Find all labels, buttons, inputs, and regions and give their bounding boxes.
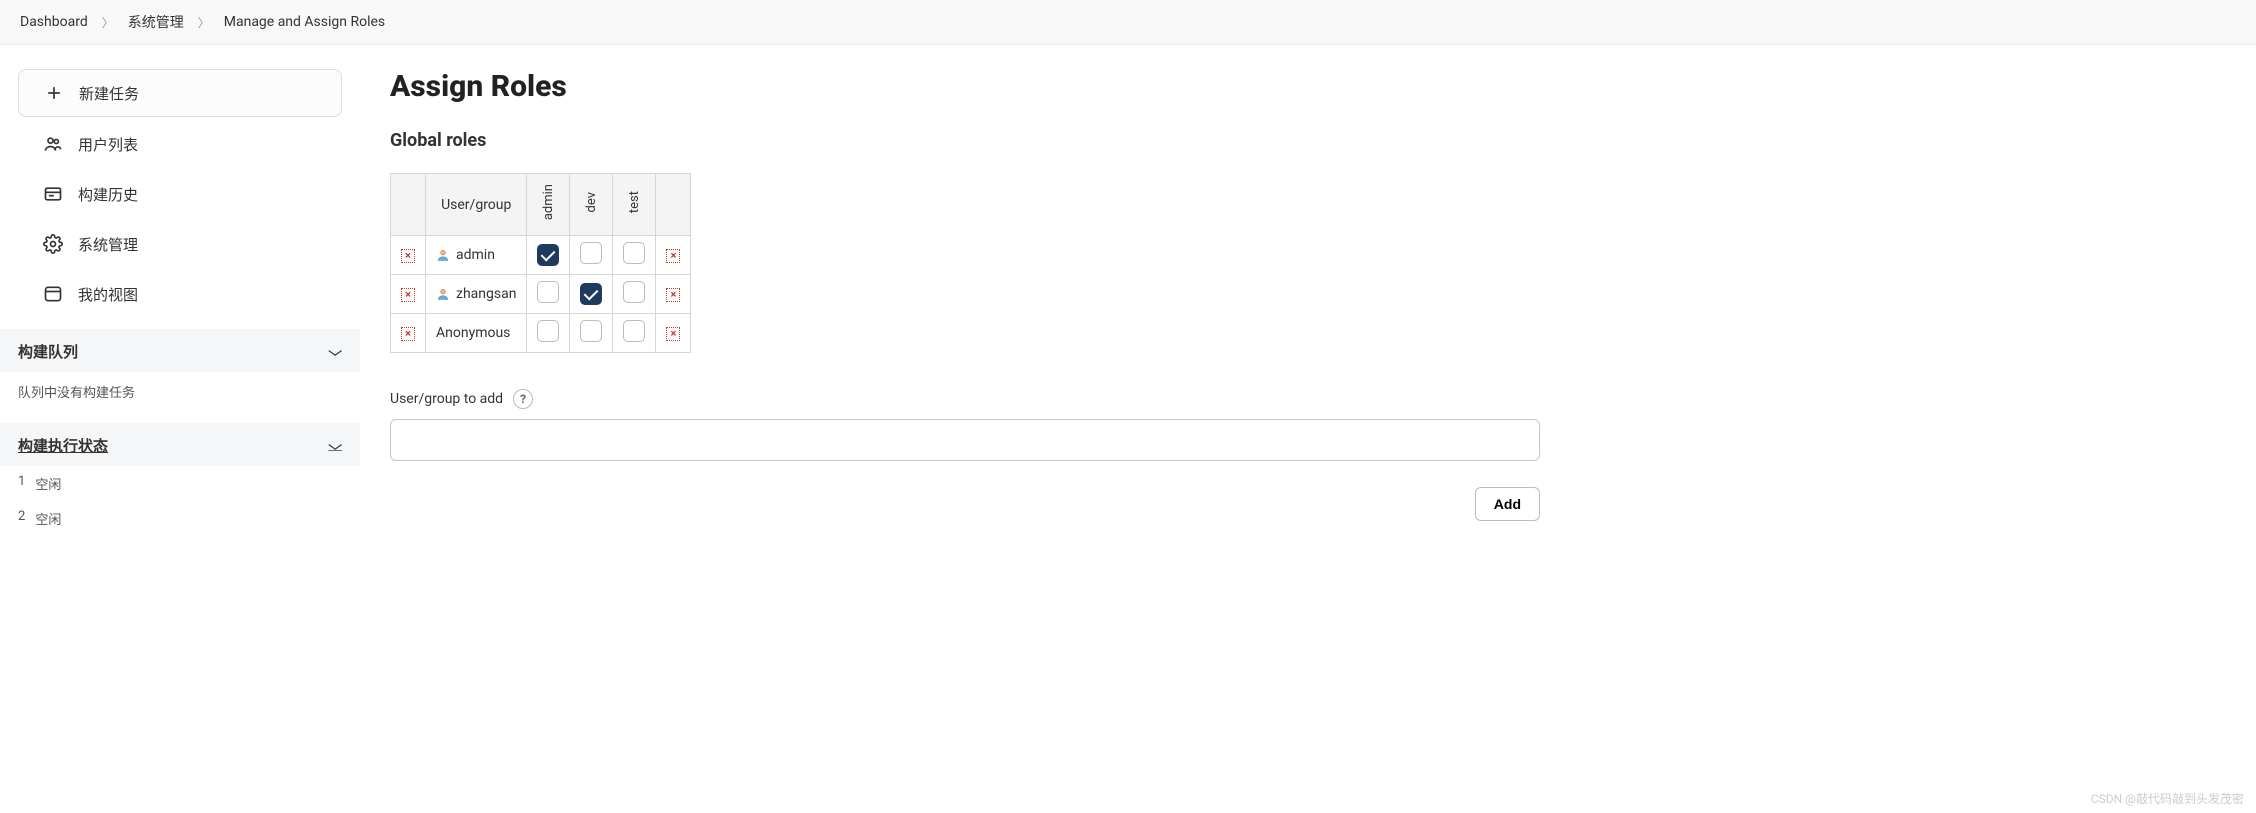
role-checkbox[interactable] (537, 281, 559, 303)
section-title-global: Global roles (390, 130, 2226, 151)
sidebar-item-label: 系统管理 (78, 234, 138, 255)
user-cell: admin (426, 236, 527, 275)
column-header-role: dev (570, 174, 613, 236)
build-queue-panel: 构建队列 ⌵ (0, 329, 360, 372)
column-header-role: test (613, 174, 656, 236)
executor-row: 1 空闲 (0, 466, 360, 501)
sidebar-item-label: 构建历史 (78, 184, 138, 205)
column-header-role: admin (527, 174, 570, 236)
sidebar-item-history[interactable]: 构建历史 (18, 171, 342, 217)
executor-status: 空闲 (35, 474, 61, 493)
delete-row-icon[interactable]: × (401, 249, 415, 263)
sidebar-item-system[interactable]: 系统管理 (18, 221, 342, 267)
breadcrumb-item-manage-roles[interactable]: Manage and Assign Roles (224, 14, 385, 30)
user-name: admin (456, 247, 495, 263)
empty-header (656, 174, 691, 236)
breadcrumb-item-dashboard[interactable]: Dashboard (20, 14, 88, 30)
user-cell: Anonymous (426, 314, 527, 353)
table-row: × admin × (391, 236, 691, 275)
add-user-label: User/group to add (390, 391, 503, 407)
chevron-right-icon: 〉 (102, 14, 114, 31)
sidebar-item-label: 我的视图 (78, 284, 138, 305)
page-title: Assign Roles (390, 69, 2226, 104)
help-icon[interactable]: ? (513, 389, 533, 409)
empty-header (391, 174, 426, 236)
executor-num: 2 (18, 509, 25, 528)
role-checkbox[interactable] (580, 283, 602, 305)
chevron-down-icon[interactable]: ⌵ (328, 344, 342, 359)
add-button[interactable]: Add (1475, 487, 1540, 521)
executor-status: 空闲 (35, 509, 61, 528)
delete-row-icon[interactable]: × (401, 288, 415, 302)
user-name: Anonymous (436, 325, 510, 341)
column-header-user: User/group (426, 174, 527, 236)
user-name: zhangsan (456, 286, 516, 302)
users-icon (42, 133, 64, 155)
role-checkbox[interactable] (580, 242, 602, 264)
role-checkbox[interactable] (580, 320, 602, 342)
sidebar-item-label: 新建任务 (79, 83, 139, 104)
user-cell: zhangsan (426, 275, 527, 314)
watermark: CSDN @敲代码敲到头发茂密 (2091, 790, 2244, 807)
delete-row-icon[interactable]: × (666, 249, 680, 263)
chevron-right-icon: 〉 (198, 14, 210, 31)
add-user-input[interactable] (390, 419, 1540, 461)
gear-icon (42, 233, 64, 255)
sidebar-item-my-views[interactable]: 我的视图 (18, 271, 342, 317)
main-content: Assign Roles Global roles User/group adm… (360, 45, 2256, 545)
chevron-down-icon[interactable]: ⌵ (328, 438, 342, 453)
delete-row-icon[interactable]: × (666, 327, 680, 341)
table-row: × zhangsan × (391, 275, 691, 314)
build-queue-empty: 队列中没有构建任务 (0, 372, 360, 411)
executor-row: 2 空闲 (0, 501, 360, 536)
sidebar-item-label: 用户列表 (78, 134, 138, 155)
sidebar: 新建任务 用户列表 构建历史 系统管理 我的视图 (0, 45, 360, 536)
executor-title[interactable]: 构建执行状态 (18, 435, 108, 456)
role-checkbox[interactable] (623, 281, 645, 303)
user-icon (436, 248, 450, 262)
role-checkbox[interactable] (623, 242, 645, 264)
role-checkbox[interactable] (537, 320, 559, 342)
executor-panel: 构建执行状态 ⌵ (0, 423, 360, 466)
breadcrumb-item-system[interactable]: 系统管理 (128, 12, 184, 32)
window-icon (42, 283, 64, 305)
build-queue-title: 构建队列 (18, 341, 78, 362)
sidebar-item-users[interactable]: 用户列表 (18, 121, 342, 167)
delete-row-icon[interactable]: × (666, 288, 680, 302)
breadcrumb: Dashboard 〉 系统管理 〉 Manage and Assign Rol… (0, 0, 2256, 45)
role-checkbox[interactable] (537, 244, 559, 266)
delete-row-icon[interactable]: × (401, 327, 415, 341)
history-icon (42, 183, 64, 205)
sidebar-new-item[interactable]: 新建任务 (18, 69, 342, 117)
role-checkbox[interactable] (623, 320, 645, 342)
table-row: × Anonymous × (391, 314, 691, 353)
user-icon (436, 287, 450, 301)
global-roles-table: User/group admin dev test × admin × × zhangs… (390, 173, 691, 353)
plus-icon (43, 82, 65, 104)
executor-num: 1 (18, 474, 25, 493)
